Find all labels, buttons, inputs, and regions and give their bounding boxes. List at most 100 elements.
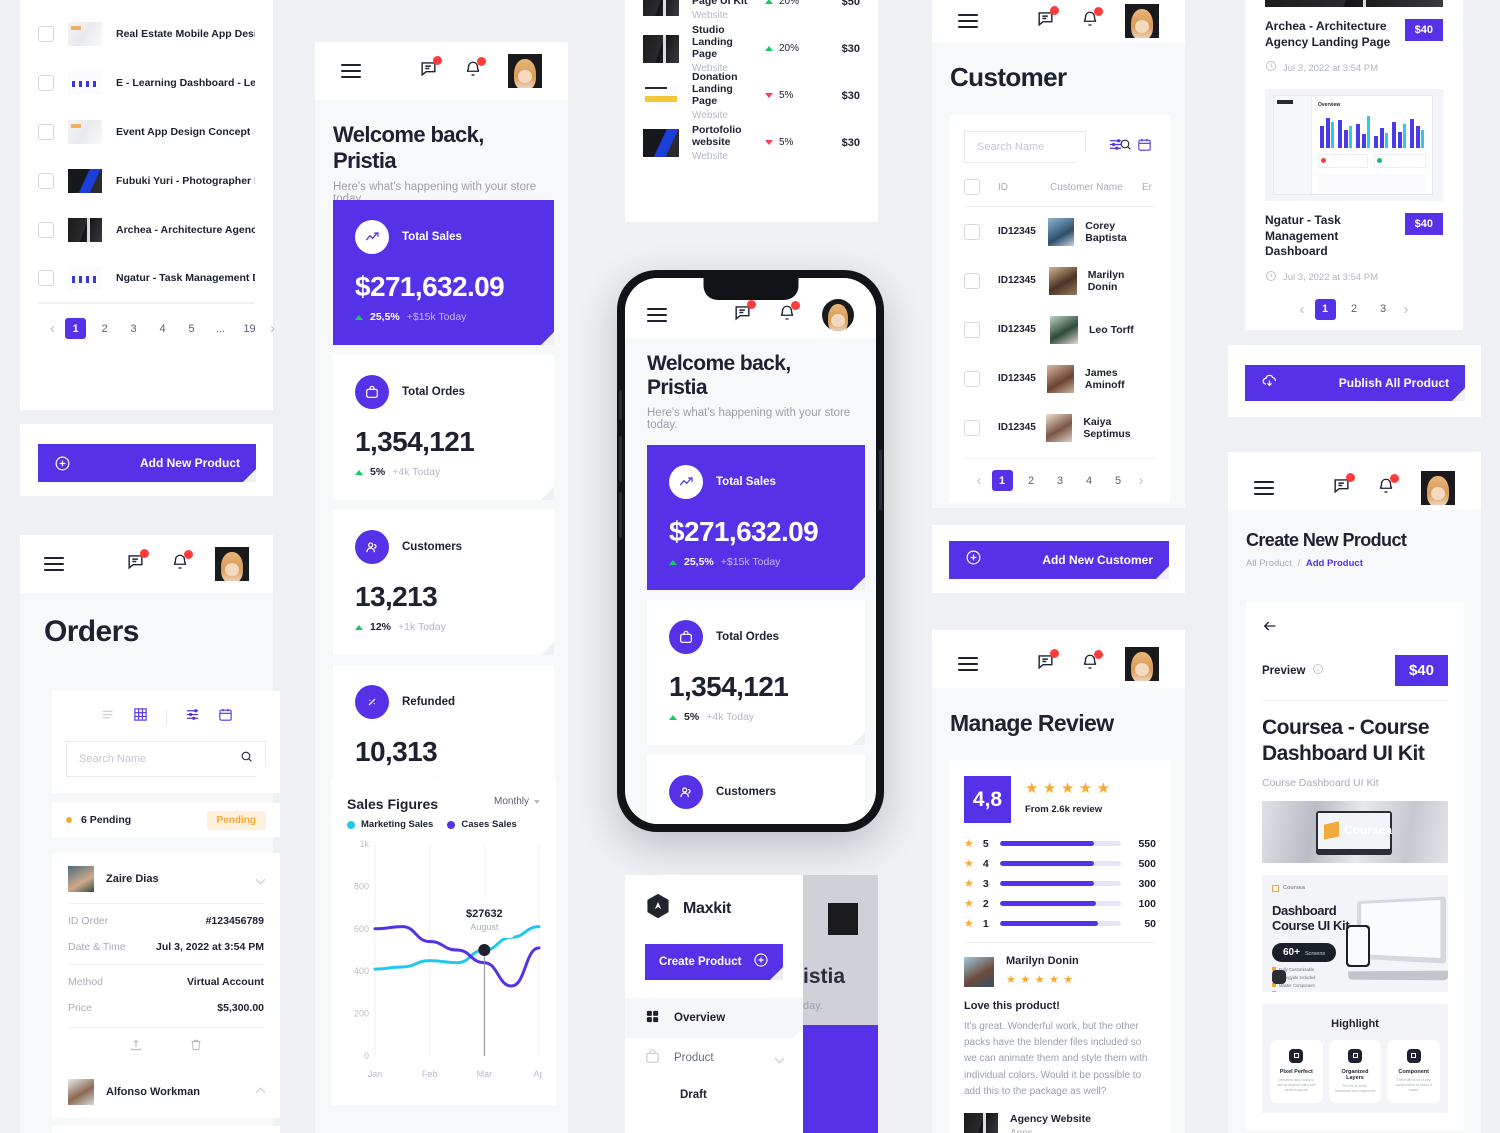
calendar-icon[interactable]: [1137, 137, 1152, 157]
notifications-icon[interactable]: [171, 549, 193, 576]
order-card[interactable]: Zaire Dias ID Order #123456789 Date & Ti…: [52, 853, 280, 1069]
sidebar-item-product[interactable]: Product: [625, 1038, 803, 1078]
stat-card[interactable]: Total Ordes 1,354,121 5% +4k Today: [333, 355, 554, 500]
pagination-page[interactable]: 1: [1314, 298, 1336, 320]
arrow-left-icon[interactable]: [1262, 621, 1278, 638]
create-product-button[interactable]: Create Product: [645, 944, 783, 980]
chart-period-selector[interactable]: Monthly: [494, 796, 540, 807]
calendar-icon[interactable]: [218, 707, 233, 727]
stat-card[interactable]: Total Sales $271,632.09 25,5% +$15k Toda…: [647, 445, 865, 590]
messages-icon[interactable]: [419, 56, 442, 83]
table-row[interactable]: ID12345 Leo Torff: [964, 305, 1156, 354]
top-product-row[interactable]: AI Landing Page UI Kit Website 20% $50: [643, 0, 860, 25]
list-item[interactable]: Real Estate Mobile App Design: [38, 9, 255, 58]
messages-icon[interactable]: [126, 549, 149, 576]
filter-icon[interactable]: [185, 707, 200, 727]
pagination-page[interactable]: 19: [239, 318, 260, 339]
search-icon[interactable]: [240, 750, 253, 768]
row-checkbox[interactable]: [964, 419, 980, 436]
upload-icon[interactable]: [129, 1038, 143, 1057]
messages-icon[interactable]: [1332, 473, 1355, 500]
pagination-page[interactable]: 3: [1373, 299, 1394, 320]
grid-view-icon[interactable]: [133, 707, 148, 727]
table-row[interactable]: ID12345 Kaiya Septimus: [964, 403, 1156, 452]
table-row[interactable]: ID12345 Corey Baptista: [964, 207, 1156, 256]
list-item[interactable]: Archea - Architecture Agency Lan: [38, 205, 255, 254]
list-item[interactable]: Event App Design Concept: [38, 107, 255, 156]
menu-icon[interactable]: [958, 14, 978, 28]
notifications-icon[interactable]: [1081, 6, 1103, 33]
product-list-pagination[interactable]: ‹ 1 2 3 4 5... 19 ›: [38, 304, 275, 339]
pagination-page[interactable]: 2: [1344, 299, 1365, 320]
notifications-icon[interactable]: [464, 56, 486, 83]
pagination-page[interactable]: 2: [1021, 470, 1042, 491]
pagination-page[interactable]: 1: [65, 318, 86, 339]
sidebar-item-draft[interactable]: Draft: [625, 1078, 803, 1112]
row-checkbox[interactable]: [38, 270, 54, 286]
row-checkbox[interactable]: [964, 272, 980, 289]
breadcrumb-current[interactable]: Add Product: [1306, 558, 1363, 569]
list-item[interactable]: DNA Design Agency Website: [38, 0, 255, 9]
row-checkbox[interactable]: [38, 74, 54, 91]
avatar[interactable]: [1125, 4, 1159, 38]
publish-all-product-button[interactable]: Publish All Product: [1245, 365, 1465, 401]
pagination-prev[interactable]: ‹: [1294, 301, 1311, 318]
avatar[interactable]: [508, 54, 542, 88]
pagination-page[interactable]: 2: [94, 318, 115, 339]
order-card[interactable]: Alfonso Workman: [52, 1066, 280, 1118]
select-all-checkbox[interactable]: [964, 179, 980, 195]
trash-icon[interactable]: [189, 1038, 203, 1057]
search-icon[interactable]: [1119, 138, 1132, 156]
customer-pagination[interactable]: ‹ 12345 ›: [964, 459, 1156, 491]
pagination-next[interactable]: ›: [264, 320, 281, 337]
row-checkbox[interactable]: [38, 123, 54, 140]
row-checkbox[interactable]: [38, 25, 54, 42]
pagination-prev[interactable]: ‹: [971, 472, 988, 489]
list-item[interactable]: Ngatur - Task Management Dash...: [38, 254, 255, 303]
notifications-icon[interactable]: [1377, 473, 1399, 500]
messages-icon[interactable]: [733, 300, 756, 327]
top-product-row[interactable]: Portofolio website Website 5% $30: [643, 119, 860, 166]
list-item[interactable]: E - Learning Dashboard - Learn.in: [38, 58, 255, 107]
pagination-page[interactable]: 5: [1108, 470, 1129, 491]
notifications-icon[interactable]: [1081, 649, 1103, 676]
search-input[interactable]: [977, 141, 1119, 153]
table-row[interactable]: ID12345 Marilyn Donin: [964, 256, 1156, 305]
pagination-page[interactable]: 5: [181, 318, 202, 339]
chevron-down-icon[interactable]: [255, 874, 266, 884]
menu-icon[interactable]: [44, 557, 64, 571]
orders-search[interactable]: [66, 741, 266, 777]
pagination-page[interactable]: 3: [1050, 470, 1071, 491]
pagination-next[interactable]: ›: [1398, 301, 1415, 318]
order-card[interactable]: [52, 1126, 280, 1133]
avatar[interactable]: [1421, 471, 1455, 505]
stat-card[interactable]: Total Ordes 1,354,121 5% +4k Today: [647, 600, 865, 745]
pagination-prev[interactable]: ‹: [44, 320, 61, 337]
stat-card[interactable]: Customers 13,213 12% +1k Today: [647, 755, 865, 824]
add-new-customer-button[interactable]: Add New Customer: [949, 541, 1169, 579]
list-view-icon[interactable]: [100, 707, 115, 727]
row-checkbox[interactable]: [964, 223, 980, 240]
avatar[interactable]: [1125, 647, 1159, 681]
orders-view-toggles[interactable]: [66, 707, 266, 727]
avatar[interactable]: [822, 299, 854, 331]
pagination-next[interactable]: ›: [1133, 472, 1150, 489]
top-product-row[interactable]: Donation Landing Page Website 5% $30: [643, 71, 860, 121]
menu-icon[interactable]: [341, 64, 361, 78]
list-item[interactable]: Fubuki Yuri - Photographer Port...: [38, 156, 255, 205]
chevron-up-icon[interactable]: [255, 1087, 266, 1097]
info-icon[interactable]: [1312, 662, 1324, 680]
pagination-page[interactable]: 1: [991, 470, 1013, 491]
add-new-product-button[interactable]: Add New Product: [38, 444, 256, 482]
avatar[interactable]: [215, 547, 249, 581]
menu-icon[interactable]: [1254, 481, 1274, 495]
row-checkbox[interactable]: [38, 172, 54, 189]
sidebar-item-overview[interactable]: Overview: [625, 998, 803, 1038]
notifications-icon[interactable]: [778, 300, 800, 327]
stat-card[interactable]: Customers 13,213 12% +1k Today: [333, 510, 554, 655]
product-cards-pagination[interactable]: ‹ 123 ›: [1265, 287, 1443, 320]
pagination-page[interactable]: ...: [210, 318, 231, 339]
row-checkbox[interactable]: [964, 321, 980, 338]
row-checkbox[interactable]: [964, 370, 980, 387]
pagination-page[interactable]: 4: [152, 318, 173, 339]
